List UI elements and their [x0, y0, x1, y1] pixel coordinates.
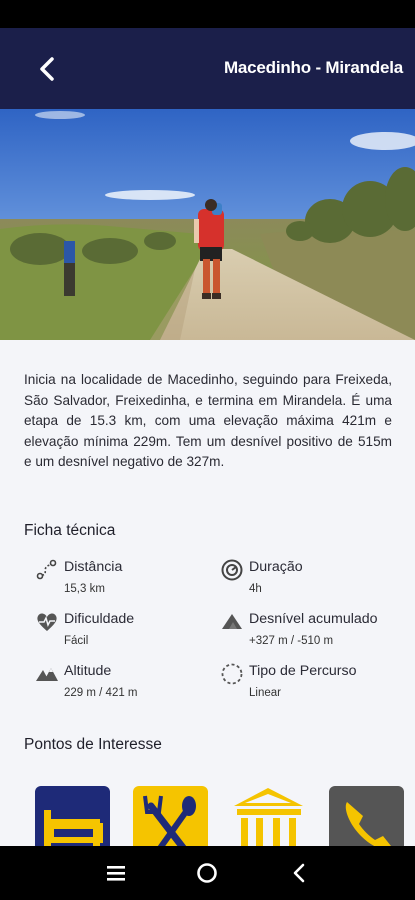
system-back-button[interactable]	[279, 853, 319, 893]
home-circle-icon	[197, 863, 218, 883]
back-button[interactable]	[30, 52, 64, 86]
spec-altitude: Altitude 229 m / 421 m	[34, 662, 138, 700]
spec-difficulty-value: Fácil	[64, 635, 89, 647]
recent-apps-icon	[106, 866, 125, 881]
spec-difficulty-label: Dificuldade	[64, 611, 135, 627]
poi-monument[interactable]	[231, 786, 306, 846]
route-icon	[36, 559, 57, 580]
back-chevron-icon	[293, 863, 305, 883]
content-scroll[interactable]: Inicia na localidade de Macedinho, segui…	[0, 340, 415, 846]
spec-route-type: Tipo de Percurso Linear	[219, 662, 357, 700]
spec-duration: Duração 4h	[219, 558, 303, 596]
page-title: Macedinho - Mirandela	[223, 58, 403, 77]
cutlery-icon	[143, 795, 196, 846]
mountains-icon	[36, 668, 58, 681]
phone-icon	[345, 802, 391, 846]
dashed-circle-icon	[221, 663, 243, 685]
spec-altitude-value: 229 m / 421 m	[64, 687, 138, 699]
poi-accommodation[interactable]	[35, 786, 110, 846]
poi-title: Pontos de Interesse	[24, 736, 162, 753]
recent-apps-button[interactable]	[96, 853, 136, 893]
spec-route-type-value: Linear	[249, 687, 281, 699]
system-nav-bar	[0, 846, 415, 900]
poi-restaurant[interactable]	[133, 786, 208, 846]
bed-icon	[44, 810, 103, 846]
spec-route-type-label: Tipo de Percurso	[249, 663, 357, 679]
tech-sheet-title: Ficha técnica	[24, 522, 116, 539]
heart-pulse-icon	[37, 613, 57, 631]
spec-altitude-label: Altitude	[64, 663, 112, 679]
timer-icon	[221, 559, 243, 581]
spec-difficulty: Dificuldade Fácil	[34, 610, 134, 648]
route-description: Inicia na localidade de Macedinho, segui…	[24, 372, 392, 469]
spec-elevation-gain-label: Desnível acumulado	[249, 611, 378, 627]
poi-contacts[interactable]	[329, 786, 404, 846]
spec-distance-label: Distância	[64, 559, 123, 575]
arrow-left-icon	[40, 57, 54, 81]
spec-elevation-gain-value: +327 m / -510 m	[249, 635, 334, 647]
status-bar	[0, 0, 415, 28]
spec-elevation-gain: Desnível acumulado +327 m / -510 m	[219, 610, 378, 648]
home-button[interactable]	[187, 853, 227, 893]
spec-duration-value: 4h	[249, 583, 262, 595]
hero-photo	[0, 109, 415, 340]
app-bar: Macedinho - Mirandela	[0, 28, 415, 109]
poi-list	[35, 786, 415, 846]
spec-duration-label: Duração	[249, 559, 303, 575]
mountain-icon	[222, 614, 242, 629]
museum-icon	[234, 788, 303, 846]
spec-distance: Distância 15,3 km	[34, 558, 122, 596]
spec-distance-value: 15,3 km	[64, 583, 105, 595]
